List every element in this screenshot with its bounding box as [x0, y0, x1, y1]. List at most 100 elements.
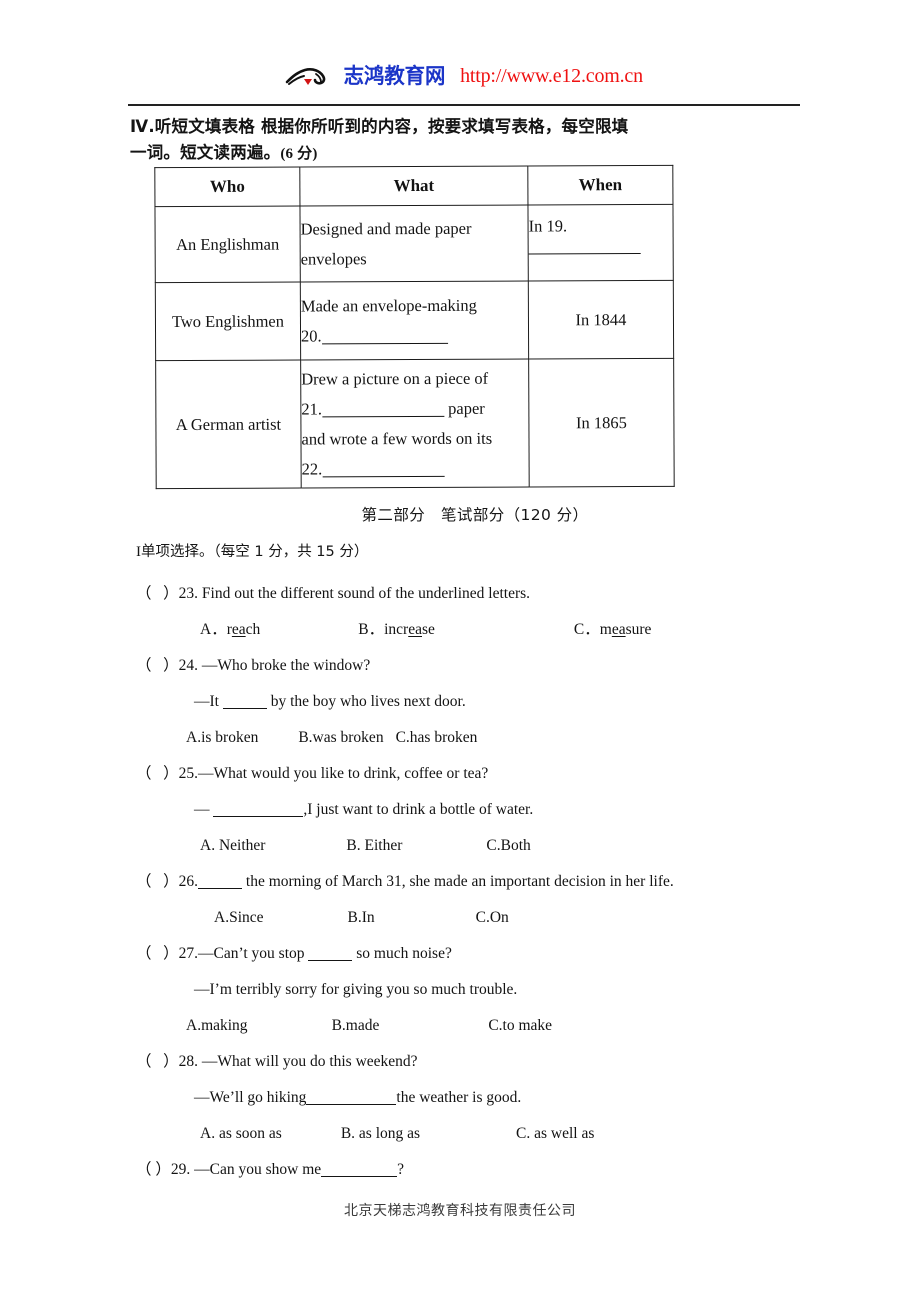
answer-parenthesis-28[interactable]: （ ） — [136, 1053, 179, 1071]
question-25-stem: （ ）25.—What would you like to drink, cof… — [136, 756, 836, 792]
option-27-a[interactable]: A.making — [186, 1017, 248, 1035]
what-2-blank-number: 20. — [300, 325, 322, 345]
part-title: 第二部分 笔试部分（120 分） — [361, 506, 589, 524]
option-23-b-label: B． — [358, 621, 385, 638]
question-28: （ ）28. —What will you do this weekend? —… — [136, 1044, 836, 1152]
what-2-line-1: Made an envelope-making — [300, 295, 477, 315]
questions-list: （ ）23. Find out the different sound of t… — [136, 576, 836, 1188]
cell-what-1: Designed and made paper envelopes — [299, 205, 529, 282]
option-23-b-underlined: ea — [408, 621, 422, 638]
answer-parenthesis-25[interactable]: （ ） — [136, 765, 179, 783]
option-23-b-post: se — [422, 621, 435, 638]
answer-blank-22[interactable] — [322, 475, 445, 477]
question-25-continuation: — ,I just want to drink a bottle of wate… — [136, 792, 836, 828]
section-instruction: Ⅳ.听短文填表格 根据你所听到的内容，按要求填写表格，每空限填 一词。短文读两遍… — [130, 114, 820, 167]
question-28-options: A. as soon as B. as long as C. as well as — [136, 1116, 836, 1152]
what-3-line-2-tail: paper — [448, 398, 485, 418]
answer-blank-19[interactable] — [528, 253, 641, 255]
table-header-row: Who What When — [154, 165, 673, 207]
question-27-text-post: so much noise? — [356, 945, 452, 962]
cell-when-1: In 19. — [527, 204, 674, 282]
cell-who-1: An Englishman — [154, 205, 301, 283]
answer-parenthesis-27[interactable]: （ ） — [136, 945, 179, 963]
option-23-c-label: C． — [573, 621, 600, 638]
question-26-blank[interactable] — [198, 888, 243, 889]
question-25: （ ）25.—What would you like to drink, cof… — [136, 756, 836, 864]
option-26-b[interactable]: B.In — [264, 909, 375, 927]
cell-when-3: In 1865 — [528, 358, 675, 487]
option-26-c[interactable]: C.On — [375, 909, 509, 927]
question-24-options: A.is broken B.was broken C.has broken — [136, 720, 836, 756]
question-26: （ ）26. the morning of March 31, she made… — [136, 864, 836, 936]
option-28-b[interactable]: B. as long as — [282, 1125, 420, 1143]
table-row: An Englishman Designed and made paper en… — [154, 204, 674, 283]
option-23-c[interactable]: C．measure — [435, 621, 652, 639]
section-label-text: 单项选择。（每空 1 分，共 15 分） — [141, 544, 369, 560]
cell-who-3: A German artist — [155, 359, 302, 489]
question-27-blank[interactable] — [308, 960, 353, 961]
option-23-c-underlined: ea — [611, 621, 626, 638]
question-24: （ ）24. —Who broke the window? —It by the… — [136, 648, 836, 756]
option-28-a[interactable]: A. as soon as — [200, 1125, 282, 1143]
question-25-cont-post: ,I just want to drink a bottle of water. — [303, 801, 534, 818]
question-29-blank[interactable] — [321, 1176, 398, 1177]
question-23-text: 23. Find out the different sound of the … — [178, 585, 531, 602]
when-1-prefix: In 19. — [528, 216, 568, 236]
option-28-c[interactable]: C. as well as — [420, 1125, 594, 1143]
question-27-continuation: —I’m terribly sorry for giving you so mu… — [194, 981, 518, 998]
column-header-who: Who — [154, 166, 300, 207]
table-row: Two Englishmen Made an envelope-making 2… — [155, 280, 674, 361]
question-28-blank[interactable] — [306, 1104, 397, 1105]
option-23-a-underlined: ea — [231, 621, 246, 638]
option-23-b[interactable]: B．increase — [260, 621, 435, 639]
listening-table: Who What When An Englishman Designed and… — [154, 164, 675, 490]
option-25-a[interactable]: A. Neither — [200, 837, 265, 855]
answer-parenthesis-23[interactable]: （ ） — [136, 585, 179, 603]
cell-when-2: In 1844 — [528, 280, 674, 360]
question-27-options: A.making B.made C.to make — [136, 1008, 836, 1044]
option-24-b[interactable]: B.was broken — [258, 729, 383, 747]
option-23-a-post: ch — [245, 621, 261, 638]
question-29: （ ）29. —Can you show me? — [136, 1152, 836, 1188]
option-23-a-label: A． — [200, 621, 227, 638]
option-24-a[interactable]: A.is broken — [186, 729, 258, 747]
listening-table-wrapper: Who What When An Englishman Designed and… — [154, 164, 675, 490]
question-23-stem: （ ）23. Find out the different sound of t… — [136, 576, 836, 612]
question-23: （ ）23. Find out the different sound of t… — [136, 576, 836, 648]
page-header: 志鸿教育网 http://www.e12.com.cn — [128, 58, 800, 104]
question-28-continuation: —We’ll go hiking the weather is good. — [136, 1080, 836, 1116]
question-29-text-post: ? — [397, 1161, 405, 1178]
question-28-stem: （ ）28. —What will you do this weekend? — [136, 1044, 836, 1080]
question-24-cont-post: by the boy who lives next door. — [270, 693, 466, 710]
option-24-c[interactable]: C.has broken — [384, 729, 478, 747]
cell-what-3: Drew a picture on a piece of 21. paper a… — [300, 359, 530, 488]
option-27-b[interactable]: B.made — [248, 1017, 380, 1035]
brand-name: 志鸿教育网 — [343, 63, 446, 88]
answer-parenthesis-24[interactable]: （ ） — [136, 657, 179, 675]
option-25-c[interactable]: C.Both — [402, 837, 530, 855]
cell-what-2: Made an envelope-making 20. — [300, 281, 529, 360]
option-23-a[interactable]: A．reach — [200, 621, 260, 639]
what-3-line-3: and wrote a few words on its — [301, 428, 493, 448]
option-23-b-pre: incr — [384, 621, 409, 638]
question-25-text: 25.—What would you like to drink, coffee… — [178, 765, 489, 782]
cell-who-2: Two Englishmen — [155, 281, 301, 361]
option-26-a[interactable]: A.Since — [214, 909, 264, 927]
answer-blank-20[interactable] — [321, 342, 448, 344]
question-24-continuation: —It by the boy who lives next door. — [136, 684, 836, 720]
instruction-line-2: 一词。短文读两遍。 — [130, 143, 281, 162]
brand-url[interactable]: http://www.e12.com.cn — [460, 66, 643, 86]
question-25-blank[interactable] — [213, 816, 304, 817]
question-27: （ ）27.—Can’t you stop so much noise? —I’… — [136, 936, 836, 1044]
question-24-text: 24. —Who broke the window? — [178, 657, 371, 674]
answer-parenthesis-26[interactable]: （ ） — [136, 873, 179, 891]
question-23-options: A．reach B．increase C．measure — [136, 612, 836, 648]
option-27-c[interactable]: C.to make — [379, 1017, 552, 1035]
answer-parenthesis-29[interactable]: （ ） — [136, 1161, 171, 1179]
column-header-when: When — [527, 165, 673, 206]
question-26-text-pre: 26. — [178, 873, 199, 890]
question-24-blank[interactable] — [222, 708, 267, 709]
question-24-stem: （ ）24. —Who broke the window? — [136, 648, 836, 684]
option-25-b[interactable]: B. Either — [265, 837, 402, 855]
answer-blank-21[interactable] — [322, 415, 445, 417]
